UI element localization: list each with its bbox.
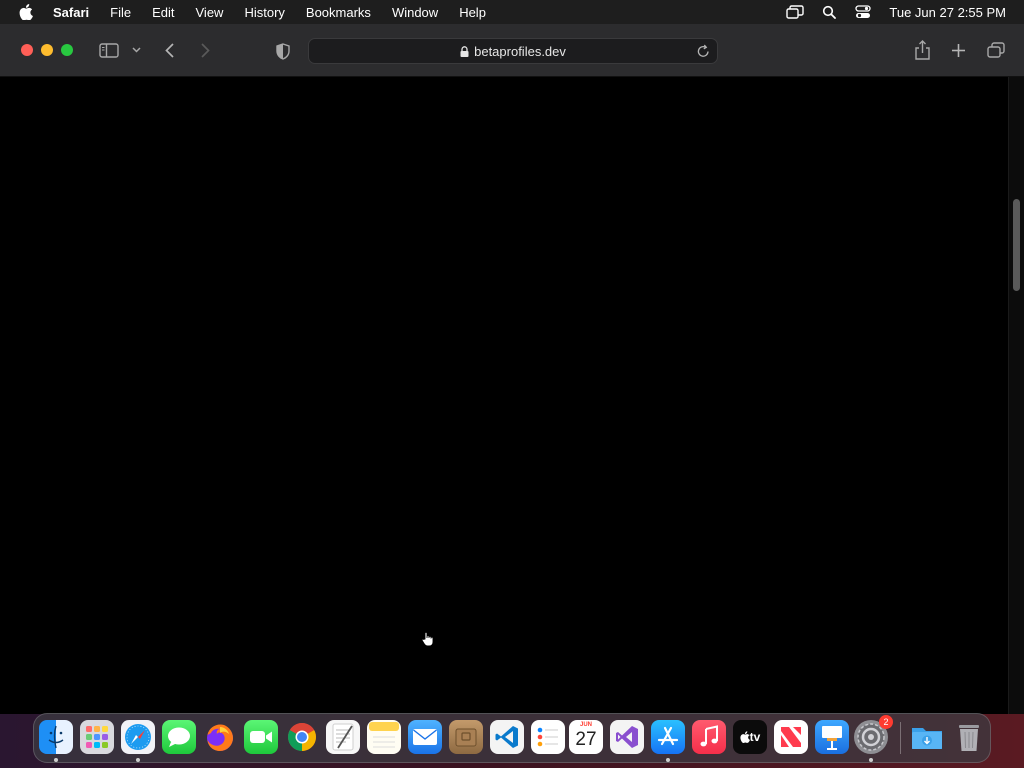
web-page-content[interactable] [0,77,1024,714]
textedit-icon[interactable] [326,720,360,754]
sidebar-toggle-icon[interactable] [98,42,120,58]
facetime-icon[interactable] [244,720,278,754]
finder-icon[interactable] [39,720,73,754]
system-settings-icon[interactable]: 2 [854,715,893,754]
apple-tv-icon[interactable]: tv [733,720,767,754]
safari-window: betaprofiles.dev [0,24,1024,714]
menu-file[interactable]: File [110,5,131,20]
menu-window[interactable]: Window [392,5,438,20]
menu-edit[interactable]: Edit [152,5,174,20]
apple-tv-label: tv [749,730,761,744]
address-bar[interactable]: betaprofiles.dev [308,38,718,64]
calendar-day: 27 [575,729,597,750]
new-tab-plus-icon[interactable] [950,42,966,58]
apple-menu-icon[interactable] [18,4,34,20]
trash-icon[interactable] [952,720,986,754]
hand-pointer-cursor-icon [421,631,435,647]
finder-running-dot [54,758,58,762]
control-center-icon[interactable] [853,4,873,20]
minimize-window-button[interactable] [41,44,53,56]
vscode-icon[interactable] [490,720,524,754]
news-icon[interactable] [774,720,808,754]
menu-app-safari[interactable]: Safari [53,5,89,20]
scrollbar-thumb[interactable] [1013,199,1020,291]
privacy-shield-icon[interactable] [275,42,291,60]
back-chevron-icon[interactable] [162,41,176,59]
menu-view[interactable]: View [196,5,224,20]
lock-icon [460,45,469,57]
firefox-icon[interactable] [203,720,237,754]
tab-group-chevron-down-icon[interactable] [131,45,141,55]
app-store-icon[interactable] [651,720,685,754]
safari-icon[interactable] [121,720,155,754]
safari-running-dot [136,758,140,762]
menu-bar: Safari File Edit View History Bookmarks … [0,0,1024,24]
chrome-icon[interactable] [285,720,319,754]
url-text[interactable]: betaprofiles.dev [474,44,566,59]
calendar-month: JUN [579,722,592,728]
keynote-icon[interactable] [815,720,849,754]
tab-overview-icon[interactable] [986,41,1006,59]
settings-running-dot [869,758,873,762]
forward-chevron-icon[interactable] [198,41,212,59]
close-window-button[interactable] [21,44,33,56]
reload-icon[interactable] [697,44,711,58]
visual-studio-icon[interactable] [610,720,644,754]
screen-mirroring-icon[interactable] [785,4,805,20]
reminders-icon[interactable] [531,720,565,754]
menu-help[interactable]: Help [459,5,486,20]
app-store-running-dot [666,758,670,762]
notes-icon[interactable] [367,720,401,754]
menu-history[interactable]: History [244,5,284,20]
launchpad-icon[interactable] [80,720,114,754]
dock-separator [900,722,901,754]
zoom-window-button[interactable] [61,44,73,56]
messages-icon[interactable] [162,720,196,754]
archive-utility-icon[interactable] [449,720,483,754]
safari-toolbar: betaprofiles.dev [0,24,1024,77]
spotlight-search-icon[interactable] [819,4,839,20]
settings-notification-badge: 2 [879,715,893,729]
music-icon[interactable] [692,720,726,754]
downloads-folder-icon[interactable] [910,720,944,754]
dock: JUN 27 tv 2 [33,713,991,763]
menu-bookmarks[interactable]: Bookmarks [306,5,371,20]
page-scrollbar[interactable] [1008,77,1024,714]
calendar-icon[interactable]: JUN 27 [569,720,603,754]
mail-icon[interactable] [408,720,442,754]
menu-bar-clock[interactable]: Tue Jun 27 2:55 PM [889,5,1006,20]
share-icon[interactable] [913,39,931,61]
